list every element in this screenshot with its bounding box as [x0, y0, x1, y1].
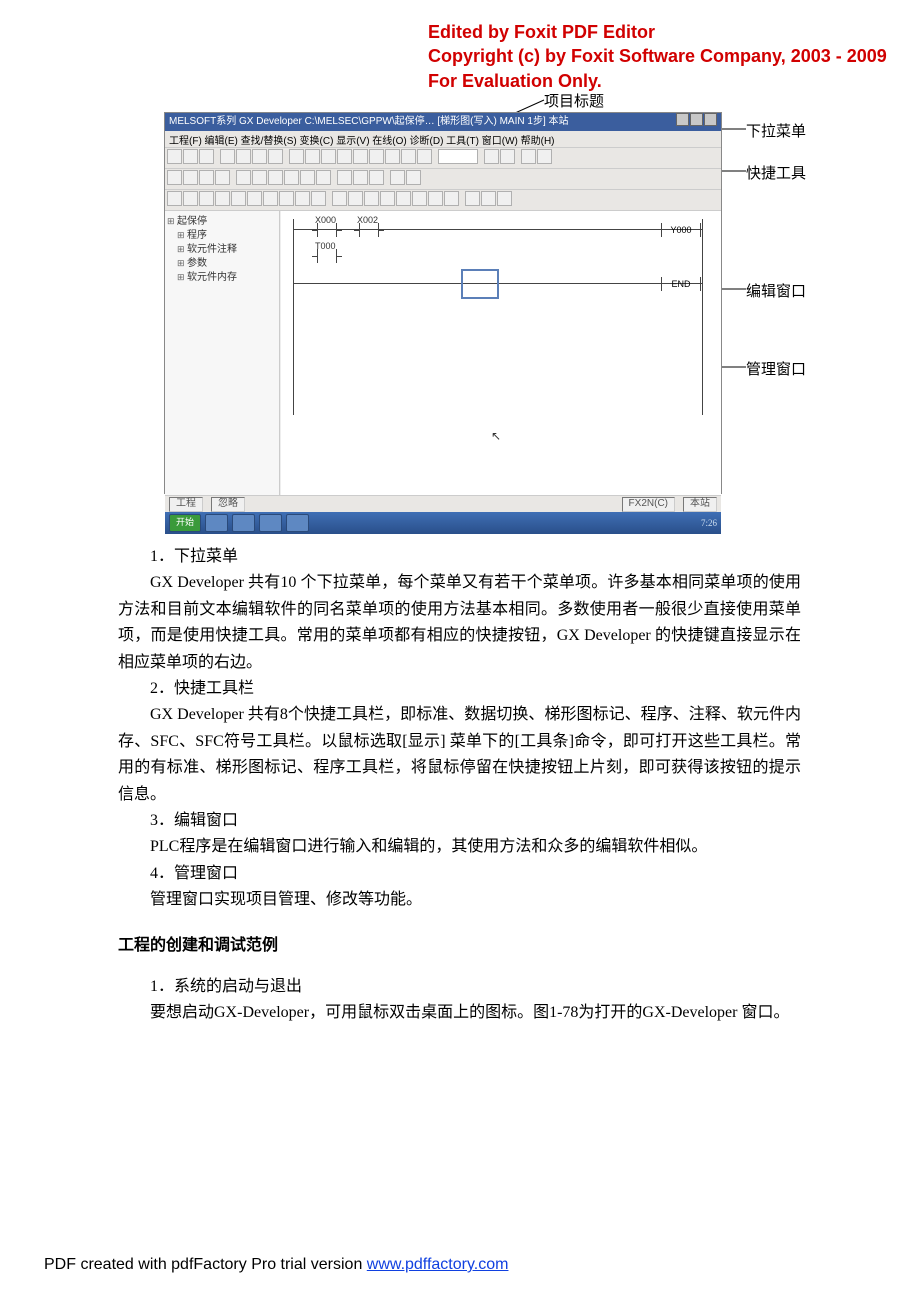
callout-toolbar: 快捷工具 — [746, 162, 806, 183]
pdffactory-link[interactable]: www.pdffactory.com — [367, 1256, 509, 1273]
ladder-contact — [317, 249, 337, 263]
watermark-line-2: Copyright (c) by Foxit Software Company,… — [428, 44, 887, 68]
ladder-left-rail — [293, 219, 294, 415]
gx-developer-screenshot: MELSOFT系列 GX Developer C:\MELSEC\GPPW\起保… — [164, 112, 722, 494]
section-3-title: 3．编辑窗口 — [118, 808, 801, 834]
callout-manage-window: 管理窗口 — [746, 358, 806, 379]
callout-project-title: 项目标题 — [544, 90, 604, 111]
section-3-paragraph: PLC程序是在编辑窗口进行输入和编辑的，其使用方法和众多的编辑软件相似。 — [118, 834, 801, 860]
body-text: 1．下拉菜单 GX Developer 共有10 个下拉菜单，每个菜单又有若干个… — [118, 544, 801, 1027]
ladder-contact — [317, 223, 337, 237]
subsection-1-paragraph: 要想启动GX-Developer，可用鼠标双击桌面上的图标。图1-78为打开的G… — [118, 1000, 801, 1026]
tree-root: 起保停 — [167, 215, 277, 229]
taskbar-item — [232, 514, 255, 532]
ladder-right-rail — [702, 219, 703, 415]
mouse-pointer-icon: ↖ — [491, 429, 501, 443]
status-project: 工程 — [169, 497, 203, 512]
status-plc-type: FX2N(C) — [622, 497, 675, 512]
heading-project-example: 工程的创建和调试范例 — [118, 933, 801, 959]
foxit-watermark: Edited by Foxit PDF Editor Copyright (c)… — [428, 20, 887, 93]
watermark-line-1: Edited by Foxit PDF Editor — [428, 20, 887, 44]
screenshot-window-title: MELSOFT系列 GX Developer C:\MELSEC\GPPW\起保… — [169, 115, 569, 129]
screenshot-menubar: 工程(F) 编辑(E) 查找/替换(S) 变换(C) 显示(V) 在线(O) 诊… — [165, 131, 721, 148]
screenshot-toolbar-2 — [165, 169, 721, 190]
status-station: 本站 — [683, 497, 717, 512]
ladder-cursor — [461, 269, 499, 299]
screenshot-titlebar: MELSOFT系列 GX Developer C:\MELSEC\GPPW\起保… — [165, 113, 721, 131]
screenshot-statusbar: 工程 忽略 FX2N(C) 本站 — [165, 495, 721, 512]
footer-prefix: PDF created with pdfFactory Pro trial ve… — [44, 1256, 367, 1273]
taskbar-start-button: 开始 — [169, 514, 201, 532]
tree-item: 程序 — [167, 229, 277, 243]
screenshot-taskbar: 开始 7:26 — [165, 512, 721, 534]
ladder-contact-nc — [359, 223, 379, 237]
section-1-title: 1．下拉菜单 — [118, 544, 801, 570]
tree-item: 软元件注释 — [167, 243, 277, 257]
section-4-title: 4．管理窗口 — [118, 861, 801, 887]
figure-frame: 项目标题 下拉菜单 快捷工具 编辑窗口 管理窗口 MELSOFT系列 — [164, 90, 724, 494]
subsection-1-title: 1．系统的启动与退出 — [118, 974, 801, 1000]
ladder-coil-end: END — [661, 277, 701, 291]
status-ignore: 忽略 — [211, 497, 245, 512]
project-tree: 起保停 程序 软元件注释 参数 软元件内存 — [165, 211, 280, 495]
ladder-editor: X000 X002 Y000 T000 END ↖ — [280, 211, 721, 495]
pdf-factory-footer: PDF created with pdfFactory Pro trial ve… — [44, 1256, 508, 1274]
window-control-buttons — [675, 113, 717, 131]
callout-edit-window: 编辑窗口 — [746, 280, 806, 301]
tree-item: 软元件内存 — [167, 271, 277, 285]
callout-dropdown-menu: 下拉菜单 — [746, 120, 806, 141]
screenshot-body: 起保停 程序 软元件注释 参数 软元件内存 X000 X002 — [165, 211, 721, 495]
taskbar-clock: 7:26 — [701, 518, 717, 528]
section-1-paragraph: GX Developer 共有10 个下拉菜单，每个菜单又有若干个菜单项。许多基… — [118, 570, 801, 676]
screenshot-toolbar-1 — [165, 148, 721, 169]
taskbar-item — [205, 514, 228, 532]
section-4-paragraph: 管理窗口实现项目管理、修改等功能。 — [118, 887, 801, 913]
figure-1-77: 项目标题 下拉菜单 快捷工具 编辑窗口 管理窗口 MELSOFT系列 — [164, 90, 800, 529]
ladder-coil-y000: Y000 — [661, 223, 701, 237]
taskbar-item — [286, 514, 309, 532]
taskbar-item — [259, 514, 282, 532]
screenshot-toolbar-3 — [165, 190, 721, 211]
section-2-title: 2．快捷工具栏 — [118, 676, 801, 702]
section-2-paragraph: GX Developer 共有8个快捷工具栏，即标准、数据切换、梯形图标记、程序… — [118, 702, 801, 808]
document-page: Edited by Foxit PDF Editor Copyright (c)… — [0, 0, 920, 1302]
tree-item: 参数 — [167, 257, 277, 271]
